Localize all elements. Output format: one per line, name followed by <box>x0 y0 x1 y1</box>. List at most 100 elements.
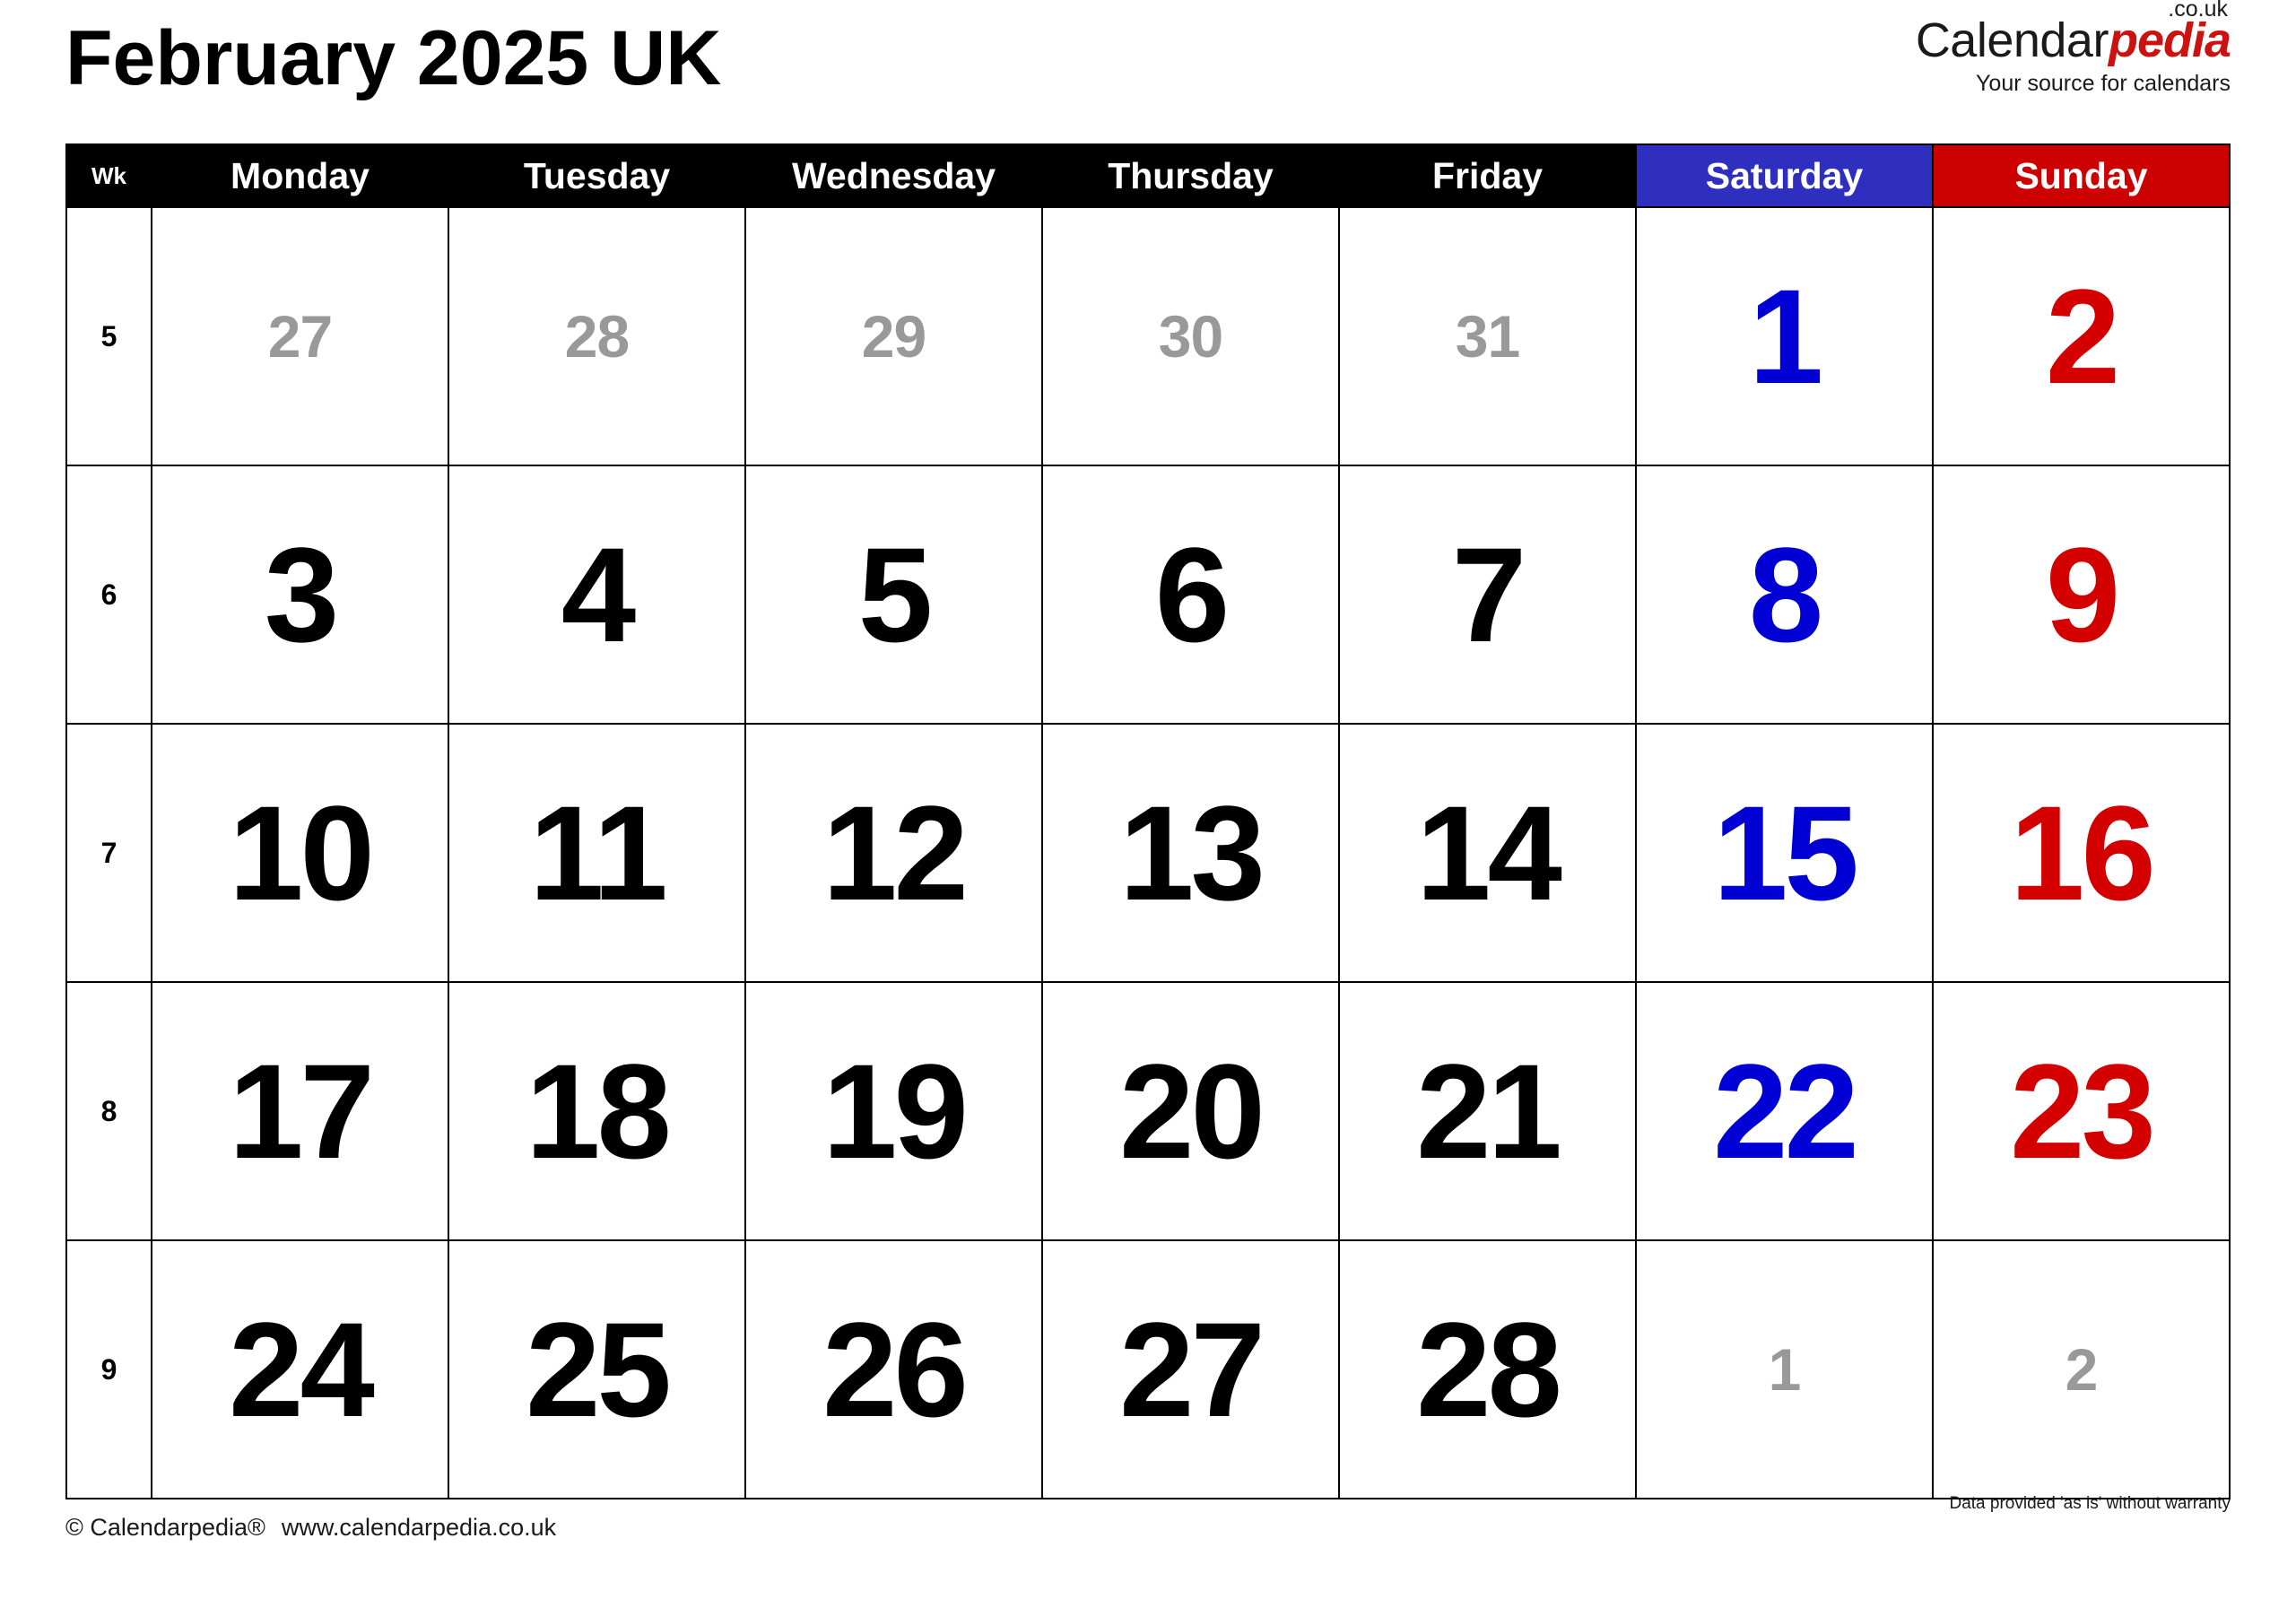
brand-wordmark: Calendarpedia .co.uk <box>1915 0 2231 67</box>
calendar-body: 5 27 28 29 30 31 1 2 6 3 4 5 6 7 8 9 7 10 11 12 13 14 15 16 8 17 1… <box>65 206 2231 1499</box>
day-number: 26 <box>822 1294 969 1445</box>
calendar-week-row: 9 24 25 26 27 28 1 2 <box>65 1239 2231 1499</box>
day-number: 27 <box>267 303 333 369</box>
day-cell[interactable]: 1 <box>1635 1239 1934 1499</box>
day-number: 5 <box>857 519 933 670</box>
calendar-week-row: 7 10 11 12 13 14 15 16 <box>65 723 2231 983</box>
day-cell[interactable]: 3 <box>151 465 449 725</box>
day-cell[interactable]: 20 <box>1041 981 1340 1241</box>
day-number: 7 <box>1451 519 1526 670</box>
brand-tld: .co.uk <box>2168 0 2228 22</box>
day-number: 21 <box>1416 1036 1562 1186</box>
week-number-cell: 5 <box>65 206 152 466</box>
day-cell[interactable]: 4 <box>448 465 746 725</box>
day-number: 31 <box>1455 303 1520 369</box>
day-cell[interactable]: 14 <box>1338 723 1637 983</box>
day-cell[interactable]: 22 <box>1635 981 1934 1241</box>
page-footer: © Calendarpedia® www.calendarpedia.co.uk … <box>65 1494 2231 1571</box>
day-header-thursday: Thursday <box>1041 143 1340 208</box>
day-cell[interactable]: 10 <box>151 723 449 983</box>
day-number: 13 <box>1119 778 1265 928</box>
day-cell[interactable]: 31 <box>1338 206 1637 466</box>
calendar-page: February 2025 UK Calendarpedia .co.uk You… <box>0 0 2296 1608</box>
day-cell[interactable]: 24 <box>151 1239 449 1499</box>
brand-name-primary: Calendar <box>1915 13 2109 67</box>
brand-tagline: Your source for calendars <box>1976 71 2231 96</box>
day-number: 24 <box>229 1294 375 1445</box>
day-header-tuesday: Tuesday <box>448 143 746 208</box>
day-number: 6 <box>1154 519 1230 670</box>
day-cell[interactable]: 28 <box>1338 1239 1637 1499</box>
day-number: 9 <box>2045 519 2120 670</box>
brand-name-accent: pedia <box>2108 13 2231 67</box>
calendar-week-row: 63456789 <box>65 465 2231 725</box>
day-number: 1 <box>1748 261 1823 412</box>
week-number-cell: 9 <box>65 1239 152 1499</box>
day-cell[interactable]: 2 <box>1932 206 2231 466</box>
day-cell[interactable]: 12 <box>744 723 1043 983</box>
day-cell[interactable]: 18 <box>448 981 746 1241</box>
day-cell[interactable]: 29 <box>744 206 1043 466</box>
day-number: 11 <box>529 778 668 928</box>
day-number: 18 <box>526 1036 672 1186</box>
day-number: 8 <box>1748 519 1823 670</box>
day-number: 10 <box>229 778 375 928</box>
day-cell[interactable]: 11 <box>448 723 746 983</box>
footer-disclaimer: Data provided 'as is' without warranty <box>1949 1494 2231 1513</box>
footer-copyright: © Calendarpedia® <box>65 1514 265 1541</box>
day-cell[interactable]: 27 <box>1041 1239 1340 1499</box>
day-number: 16 <box>2010 778 2156 928</box>
day-cell[interactable]: 2 <box>1932 1239 2231 1499</box>
day-cell[interactable]: 16 <box>1932 723 2231 983</box>
day-number: 15 <box>1713 778 1859 928</box>
day-number: 17 <box>229 1036 375 1186</box>
day-cell[interactable]: 30 <box>1041 206 1340 466</box>
day-header-friday: Friday <box>1338 143 1637 208</box>
day-number: 2 <box>2045 261 2120 412</box>
day-number: 4 <box>561 519 636 670</box>
day-cell[interactable]: 15 <box>1635 723 1934 983</box>
week-number-cell: 8 <box>65 981 152 1241</box>
day-cell[interactable]: 7 <box>1338 465 1637 725</box>
day-number: 28 <box>1416 1294 1562 1445</box>
day-header-sunday: Sunday <box>1932 143 2231 208</box>
day-number: 28 <box>564 303 630 369</box>
day-header-monday: Monday <box>151 143 449 208</box>
week-number-cell: 7 <box>65 723 152 983</box>
day-cell[interactable]: 23 <box>1932 981 2231 1241</box>
day-cell[interactable]: 26 <box>744 1239 1043 1499</box>
day-cell[interactable]: 17 <box>151 981 449 1241</box>
page-title: February 2025 UK <box>65 15 722 101</box>
day-cell[interactable]: 9 <box>1932 465 2231 725</box>
day-number: 19 <box>822 1036 969 1186</box>
day-header-saturday: Saturday <box>1635 143 1934 208</box>
day-cell[interactable]: 25 <box>448 1239 746 1499</box>
calendar-week-row: 8 17 18 19 20 21 22 23 <box>65 981 2231 1241</box>
footer-credit: © Calendarpedia® www.calendarpedia.co.uk <box>65 1514 556 1542</box>
calendar-header-row: Wk Monday Tuesday Wednesday Thursday Friday Sa… <box>65 143 2231 208</box>
calendar-week-row: 5 27 28 29 30 31 1 2 <box>65 206 2231 466</box>
day-cell[interactable]: 19 <box>744 981 1043 1241</box>
day-cell[interactable]: 27 <box>151 206 449 466</box>
week-number-header: Wk <box>65 143 152 208</box>
day-cell[interactable]: 28 <box>448 206 746 466</box>
day-cell[interactable]: 5 <box>744 465 1043 725</box>
day-cell[interactable]: 1 <box>1635 206 1934 466</box>
day-number: 29 <box>861 303 926 369</box>
day-cell[interactable]: 8 <box>1635 465 1934 725</box>
day-number: 22 <box>1713 1036 1859 1186</box>
day-number: 3 <box>264 519 339 670</box>
day-cell[interactable]: 6 <box>1041 465 1340 725</box>
day-number: 2 <box>2065 1336 2099 1403</box>
calendar-grid: Wk Monday Tuesday Wednesday Thursday Friday Sa… <box>65 143 2231 1499</box>
footer-website-link[interactable]: www.calendarpedia.co.uk <box>282 1514 556 1541</box>
day-number: 12 <box>822 778 969 928</box>
day-header-wednesday: Wednesday <box>744 143 1043 208</box>
day-cell[interactable]: 21 <box>1338 981 1637 1241</box>
day-number: 23 <box>2010 1036 2156 1186</box>
day-number: 30 <box>1158 303 1223 369</box>
calendarpedia-logo[interactable]: Calendarpedia .co.uk Your source for cale… <box>1915 0 2231 96</box>
page-header: February 2025 UK Calendarpedia .co.uk You… <box>65 0 2231 143</box>
week-number-cell: 6 <box>65 465 152 725</box>
day-cell[interactable]: 13 <box>1041 723 1340 983</box>
